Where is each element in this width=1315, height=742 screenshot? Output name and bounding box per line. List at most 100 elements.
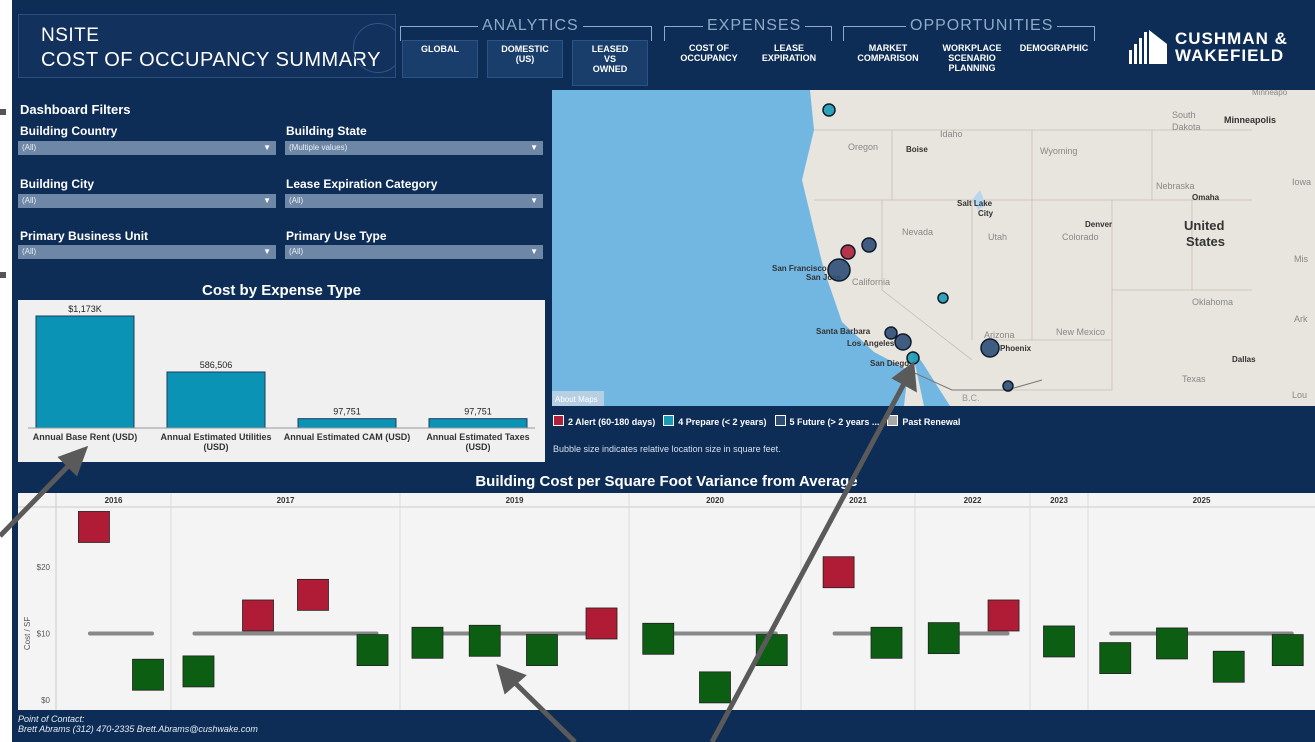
location-bubble[interactable] <box>822 103 836 117</box>
variance-marker[interactable] <box>755 634 788 666</box>
variance-marker[interactable] <box>468 624 501 657</box>
variance-marker[interactable] <box>182 655 215 688</box>
variance-marker[interactable] <box>927 622 960 655</box>
variance-marker[interactable] <box>1156 627 1188 660</box>
edge-marker <box>0 109 6 115</box>
legend-swatch <box>553 415 564 426</box>
nav-group-opportunities: OPPORTUNITIES <box>906 17 1058 35</box>
variance-marker[interactable] <box>1043 625 1075 658</box>
filter-label-primary-business-unit: Primary Business Unit <box>20 229 149 243</box>
variance-marker[interactable] <box>242 599 274 632</box>
map-label: Boise <box>906 145 928 154</box>
filters-title: Dashboard Filters <box>20 102 131 117</box>
map-label: Nevada <box>902 227 933 237</box>
map-label: New Mexico <box>1056 327 1105 337</box>
filter-value: (All) <box>22 143 37 152</box>
map-svg[interactable]: Minneapolis South Dakota Idaho Oregon Boise Wy… <box>552 90 1315 406</box>
year-header: 2021 <box>849 496 867 505</box>
variance-marker[interactable] <box>356 634 389 666</box>
nav-domestic[interactable]: DOMESTIC (US) <box>487 40 563 78</box>
filter-building-state[interactable]: (Multiple values) ▼ <box>285 141 543 155</box>
bar[interactable] <box>297 418 397 429</box>
bar[interactable] <box>35 315 135 429</box>
bar-data-label: 586,506 <box>200 360 233 370</box>
filter-primary-use-type[interactable]: (All) ▼ <box>285 245 543 259</box>
legend-label: 2 Alert (60-180 days) <box>568 417 656 427</box>
nav-lease-expiration[interactable]: LEASE EXPIRATION <box>752 40 826 78</box>
legend-item-past-renewal[interactable]: Past Renewal <box>887 415 960 427</box>
variance-marker[interactable] <box>1212 650 1245 683</box>
variance-marker[interactable] <box>1271 634 1304 666</box>
dropdown-arrow-icon: ▼ <box>530 143 538 152</box>
variance-marker[interactable] <box>297 578 329 611</box>
nav-global[interactable]: GLOBAL <box>402 40 478 78</box>
year-header: 2019 <box>506 496 524 505</box>
filter-primary-business-unit[interactable]: (All) ▼ <box>18 245 276 259</box>
variance-marker[interactable] <box>585 607 618 640</box>
nav-leased-vs-owned-label: LEASED VS OWNED <box>591 44 629 74</box>
contact-details: Brett Abrams (312) 470-2335 Brett.Abrams… <box>18 724 258 734</box>
map-label: San Francisco <box>772 264 827 273</box>
filter-building-city[interactable]: (All) ▼ <box>18 194 276 208</box>
bar[interactable] <box>428 418 528 429</box>
variance-marker[interactable] <box>411 626 444 659</box>
nav-cost-of-occupancy[interactable]: COST OF OCCUPANCY <box>674 40 744 78</box>
bubble-size-note: Bubble size indicates relative location … <box>553 444 781 454</box>
legend-item-future[interactable]: 5 Future (> 2 years ... <box>774 415 879 427</box>
location-bubble[interactable] <box>840 244 856 260</box>
filter-lease-expiration-category[interactable]: (All) ▼ <box>285 194 543 208</box>
nav-leased-vs-owned[interactable]: LEASED VS OWNED <box>572 40 648 86</box>
variance-marker[interactable] <box>699 671 731 704</box>
variance-marker[interactable] <box>987 599 1020 632</box>
year-header-bg <box>18 493 1315 507</box>
bar-category-label: (USD) <box>204 442 229 452</box>
variance-chart-svg: $0 $10 $20 Cost / SF 2016 2017 2019 2020 2021 202… <box>18 493 1315 710</box>
location-bubble[interactable] <box>894 333 912 351</box>
y-axis-label: Cost / SF <box>23 617 32 650</box>
legend-item-prepare[interactable]: 4 Prepare (< 2 years) <box>663 415 767 427</box>
nav-demographic[interactable]: DEMOGRAPHIC <box>1014 40 1094 78</box>
locations-map[interactable]: Minneapolis South Dakota Idaho Oregon Boise Wy… <box>552 90 1315 406</box>
nav-cost-of-occupancy-label: COST OF OCCUPANCY <box>680 43 738 63</box>
nav-workplace-scenario-planning-label: WORKPLACE SCENARIO PLANNING <box>942 43 1002 73</box>
contact-label: Point of Contact: <box>18 714 85 724</box>
location-bubble[interactable] <box>980 338 1000 358</box>
dropdown-arrow-icon: ▼ <box>530 196 538 205</box>
location-bubble[interactable] <box>937 292 949 304</box>
legend-swatch <box>887 415 899 426</box>
map-label: States <box>1186 234 1225 249</box>
filter-label-lease-expiration: Lease Expiration Category <box>286 177 438 191</box>
nav-market-comparison[interactable]: MARKET COMPARISON <box>848 40 928 78</box>
variance-marker[interactable] <box>870 626 903 659</box>
bar[interactable] <box>166 371 266 429</box>
filter-value: (All) <box>22 247 37 256</box>
cushman-wakefield-logo: CUSHMAN & WAKEFIELD <box>1127 28 1312 68</box>
variance-marker[interactable] <box>78 511 110 543</box>
location-bubble[interactable] <box>1002 380 1014 392</box>
location-bubble[interactable] <box>861 237 877 253</box>
location-bubble[interactable] <box>827 258 851 282</box>
location-bubble[interactable] <box>906 351 920 365</box>
variance-marker[interactable] <box>1099 642 1132 674</box>
legend-item-alert[interactable]: 2 Alert (60-180 days) <box>553 415 655 427</box>
variance-marker[interactable] <box>132 658 164 691</box>
map-attribution[interactable]: About Maps <box>555 395 598 404</box>
map-label: Iowa <box>1292 177 1311 187</box>
filter-label-primary-use-type: Primary Use Type <box>286 229 387 243</box>
year-header: 2020 <box>706 496 724 505</box>
nav-workplace-scenario-planning[interactable]: WORKPLACE SCENARIO PLANNING <box>932 40 1012 78</box>
variance-marker[interactable] <box>642 622 675 655</box>
filter-value: (All) <box>289 196 304 205</box>
dashboard-title-line2: COST OF OCCUPANCY SUMMARY <box>41 49 381 71</box>
map-label: California <box>852 277 890 287</box>
year-header: 2023 <box>1050 496 1068 505</box>
dropdown-arrow-icon: ▼ <box>263 196 271 205</box>
edge-marker <box>0 272 6 278</box>
location-bubble[interactable] <box>884 326 898 340</box>
map-label: Ark <box>1294 314 1308 324</box>
map-label: Wyoming <box>1040 146 1077 156</box>
map-label: Denver <box>1085 220 1112 229</box>
filter-building-country[interactable]: (All) ▼ <box>18 141 276 155</box>
variance-marker[interactable] <box>526 634 558 666</box>
variance-marker[interactable] <box>822 556 855 589</box>
